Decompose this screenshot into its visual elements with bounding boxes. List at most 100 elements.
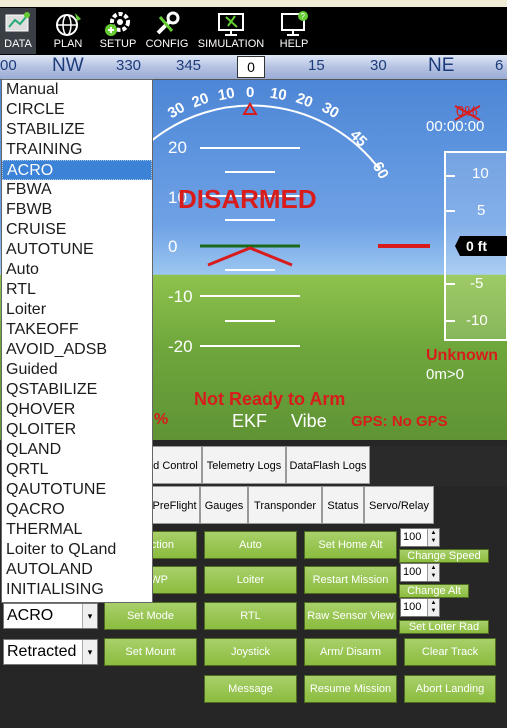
tab-transponder[interactable]: Transponder: [248, 486, 322, 524]
gps-status: GPS: No GPS: [351, 413, 448, 430]
change-speed-button[interactable]: Change Speed: [399, 549, 489, 563]
pitch-label: 0: [168, 237, 178, 256]
spin-down-icon[interactable]: ▼: [428, 572, 439, 580]
mode-option[interactable]: QLAND: [2, 440, 152, 460]
pitch-label: 20: [168, 138, 187, 157]
tab-status[interactable]: Status: [322, 486, 364, 524]
heading-tape: 00 NW 330 345 0 15 30 NE 6: [0, 55, 507, 80]
heading-tick: 345: [176, 57, 202, 74]
menu-config[interactable]: CONFIG: [145, 8, 189, 54]
speed-input[interactable]: 100 ▲ ▼: [400, 528, 440, 547]
set-mount-button[interactable]: Set Mount: [104, 638, 197, 666]
menu-plan[interactable]: PLAN: [46, 8, 90, 54]
loiter-rad-input[interactable]: 100 ▲ ▼: [400, 598, 440, 617]
auto-button[interactable]: Auto: [204, 531, 297, 559]
rtl-button[interactable]: RTL: [204, 602, 297, 630]
heading-readout: 0: [237, 56, 265, 78]
mode-select-value: ACRO: [7, 607, 54, 624]
config-icon: [156, 11, 180, 35]
tab-dataflash-logs[interactable]: DataFlash Logs: [286, 446, 370, 484]
spin-down-icon[interactable]: ▼: [428, 537, 439, 545]
mode-option[interactable]: FBWA: [2, 180, 152, 200]
message-button[interactable]: Message: [204, 675, 297, 703]
mode-option[interactable]: AUTOLAND: [2, 560, 152, 580]
mode-option[interactable]: ACRO: [2, 160, 152, 180]
heading-tick: NE: [428, 55, 455, 76]
mode-option[interactable]: TAKEOFF: [2, 320, 152, 340]
mode-dropdown-list: Manual CIRCLE STABILIZE TRAINING ACRO FBWA FBW…: [1, 79, 153, 603]
tab-control[interactable]: d Control: [150, 446, 202, 484]
mode-option[interactable]: INITIALISING: [2, 580, 152, 600]
mode-option[interactable]: QLOITER: [2, 420, 152, 440]
alt-input[interactable]: 100 ▲ ▼: [400, 563, 440, 582]
menu-simulation[interactable]: SIMULATION: [196, 8, 266, 54]
mode-option[interactable]: QAUTOTUNE: [2, 480, 152, 500]
mode-option[interactable]: QACRO: [2, 500, 152, 520]
vibe-status[interactable]: Vibe: [291, 411, 327, 432]
mode-option[interactable]: THERMAL: [2, 520, 152, 540]
set-mode-button[interactable]: Set Mode: [104, 602, 197, 630]
mode-option[interactable]: Guided: [2, 360, 152, 380]
simulation-icon: [218, 13, 244, 36]
loiter-rad-spinner[interactable]: ▲ ▼: [427, 599, 439, 616]
spin-up-icon[interactable]: ▲: [428, 599, 439, 607]
mode-option[interactable]: QHOVER: [2, 400, 152, 420]
menu-setup[interactable]: SETUP: [96, 8, 140, 54]
heading-tick: NW: [52, 55, 84, 76]
mission-planner-window: DATA PLAN SETUP CONFIG SIMULATION ? HELP…: [0, 0, 507, 728]
resume-mission-button[interactable]: Resume Mission: [304, 675, 397, 703]
mode-option[interactable]: QSTABILIZE: [2, 380, 152, 400]
menu-config-label: CONFIG: [145, 38, 189, 50]
chevron-down-icon[interactable]: ▾: [82, 604, 97, 628]
abort-landing-button[interactable]: Abort Landing: [404, 675, 496, 703]
flight-timer: 00:00:00: [426, 118, 485, 135]
arm-check-status: Not Ready to Arm: [194, 389, 346, 409]
heading-tick: 00: [0, 57, 17, 74]
raw-sensor-view-button[interactable]: Raw Sensor View: [304, 602, 397, 630]
set-loiter-rad-button[interactable]: Set Loiter Rad: [399, 620, 489, 634]
menu-help[interactable]: ? HELP: [272, 8, 316, 54]
mode-option[interactable]: TRAINING: [2, 140, 152, 160]
spin-down-icon[interactable]: ▼: [428, 607, 439, 615]
arm-disarm-button[interactable]: Arm/ Disarm: [304, 638, 397, 666]
tab-servo-relay[interactable]: Servo/Relay: [364, 486, 434, 524]
mode-option[interactable]: FBWB: [2, 200, 152, 220]
clear-track-button[interactable]: Clear Track: [404, 638, 496, 666]
mode-option[interactable]: RTL: [2, 280, 152, 300]
mode-option[interactable]: CIRCLE: [2, 100, 152, 120]
mode-select[interactable]: ACRO ▾: [3, 603, 98, 629]
heading-tick: 30: [370, 57, 387, 74]
tab-preflight[interactable]: PreFlight: [150, 486, 200, 524]
roll-label: 10: [216, 84, 237, 105]
set-home-alt-button[interactable]: Set Home Alt: [304, 531, 397, 559]
mode-option[interactable]: AVOID_ADSB: [2, 340, 152, 360]
mode-option[interactable]: CRUISE: [2, 220, 152, 240]
tab-gauges[interactable]: Gauges: [200, 486, 248, 524]
mode-option[interactable]: Loiter to QLand: [2, 540, 152, 560]
alt-value: 100: [403, 566, 422, 578]
joystick-button[interactable]: Joystick: [204, 638, 297, 666]
ekf-status[interactable]: EKF: [232, 411, 267, 432]
restart-mission-button[interactable]: Restart Mission: [304, 566, 397, 594]
loiter-button[interactable]: Loiter: [204, 566, 297, 594]
mode-option[interactable]: STABILIZE: [2, 120, 152, 140]
speed-spinner[interactable]: ▲ ▼: [427, 529, 439, 546]
menu-data-label: DATA: [4, 38, 32, 50]
mode-option[interactable]: Manual: [2, 80, 152, 100]
alt-spinner[interactable]: ▲ ▼: [427, 564, 439, 581]
mount-select-value: Retracted: [7, 643, 77, 660]
pitch-label: -20: [168, 337, 193, 356]
mode-option[interactable]: Auto: [2, 260, 152, 280]
menu-data[interactable]: DATA: [0, 8, 36, 54]
mode-option[interactable]: QRTL: [2, 460, 152, 480]
tab-telemetry-logs[interactable]: Telemetry Logs: [202, 446, 286, 484]
spin-up-icon[interactable]: ▲: [428, 564, 439, 572]
menu-plan-label: PLAN: [53, 38, 83, 50]
spin-up-icon[interactable]: ▲: [428, 529, 439, 537]
change-alt-button[interactable]: Change Alt: [399, 584, 469, 598]
altitude-tick-label: -10: [466, 312, 488, 329]
mount-select[interactable]: Retracted ▾: [3, 639, 98, 665]
mode-option[interactable]: AUTOTUNE: [2, 240, 152, 260]
mode-option[interactable]: Loiter: [2, 300, 152, 320]
chevron-down-icon[interactable]: ▾: [82, 640, 97, 664]
